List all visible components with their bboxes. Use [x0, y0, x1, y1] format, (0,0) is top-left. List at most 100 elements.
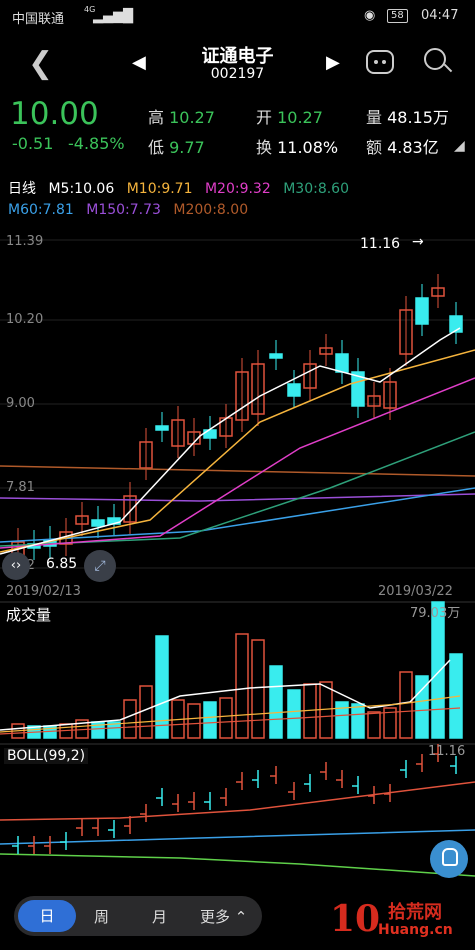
expand-icon[interactable]: ◢ — [454, 138, 465, 154]
boll-ohlc-mark — [270, 766, 277, 784]
kline-chart[interactable]: 11.39 10.20 9.00 7.81 6.62 11.16 → 6.85 … — [0, 226, 475, 599]
low-label: 低 — [148, 138, 165, 157]
y-label-3: 9.00 — [6, 396, 35, 411]
boll-mid-line — [0, 829, 475, 845]
boll-ohlc-mark — [124, 816, 131, 834]
boll-lower-line — [0, 853, 475, 877]
ma30-label: M30:8.60 — [283, 181, 349, 197]
ma-legend-row2: M60:7.81 M150:7.73 M200:8.00 — [8, 202, 248, 218]
start-date: 2019/02/13 — [6, 584, 81, 599]
boll-ohlc-mark — [140, 804, 147, 822]
boll-chart[interactable]: BOLL(99,2) 11.16 — [0, 742, 475, 882]
volume-bar — [123, 699, 137, 739]
ma60-label: M60:7.81 — [8, 202, 74, 218]
ma5-label: M5:10.06 — [48, 181, 115, 197]
volume-bar — [399, 671, 413, 739]
volume-max-label: 79.03万 — [410, 606, 461, 621]
nav-bar: ❮ ◀ 证通电子 002197 ▶ — [0, 34, 475, 94]
end-date: 2019/03/22 — [378, 584, 453, 599]
boll-ohlc-mark — [304, 774, 311, 792]
boll-ohlc-mark — [400, 760, 407, 778]
collapse-icon[interactable]: ‹› — [2, 552, 30, 580]
boll-ohlc-mark — [188, 792, 195, 810]
tab-day[interactable]: 日 — [18, 900, 76, 932]
volume-title: 成交量 — [6, 606, 52, 624]
y-label-2: 10.20 — [6, 312, 44, 327]
stock-code: 002197 — [210, 66, 265, 82]
turnover-value: 11.08% — [277, 138, 339, 157]
volume-bar — [431, 601, 445, 739]
period-label[interactable]: 日线 — [8, 181, 36, 197]
volume-bar — [251, 639, 265, 739]
volume-bar — [367, 711, 381, 739]
ma200-line — [0, 465, 475, 477]
volume-chart[interactable]: 成交量 79.03万 — [0, 600, 475, 740]
chevron-up-icon: ⌃ — [234, 908, 248, 926]
search-icon[interactable] — [424, 48, 446, 70]
clock: 04:47 — [421, 8, 459, 23]
volume-label: 量 — [366, 108, 383, 127]
watermark-url: Huang.cn — [378, 922, 453, 938]
candle-body — [415, 297, 429, 325]
boll-ohlc-mark — [60, 832, 67, 850]
watermark-text: 拾荒网 — [388, 902, 442, 923]
amount-value: 4.83亿 — [387, 138, 439, 157]
max-price-label: 11.16 — [360, 236, 401, 252]
min-price-label: 6.85 — [46, 556, 78, 572]
eye-icon: ◉ — [364, 8, 376, 23]
tab-month[interactable]: 月 — [152, 906, 167, 927]
battery-icon: 58 — [387, 9, 408, 23]
boll-ohlc-mark — [108, 820, 115, 838]
ma-legend-row1: 日线 M5:10.06 M10:9.71 M20:9.32 M30:8.60 — [8, 178, 349, 198]
next-stock-icon[interactable]: ▶ — [326, 52, 340, 73]
kline-svg — [0, 239, 475, 569]
boll-ohlc-mark — [220, 788, 227, 806]
y-label-4: 7.81 — [6, 480, 35, 495]
open-value: 10.27 — [277, 108, 323, 127]
period-switcher: 日 周 月 更多 ⌃ — [14, 896, 262, 936]
ma150-line — [0, 493, 475, 502]
candle-body — [203, 429, 217, 439]
robot-icon[interactable] — [366, 50, 394, 74]
low-value: 9.77 — [169, 138, 205, 157]
candle-body — [91, 519, 105, 527]
tab-more-label: 更多 — [200, 908, 231, 926]
volume-ma-line — [0, 659, 451, 731]
candle-body — [155, 425, 169, 431]
volume-bar — [235, 633, 249, 739]
turnover-label: 换 — [256, 138, 273, 157]
high-label: 高 — [148, 108, 165, 127]
volume-bar — [187, 703, 201, 739]
boll-ohlc-mark — [416, 754, 423, 772]
tab-more[interactable]: 更多 ⌃ — [200, 906, 247, 927]
turnover-item: 换 11.08% — [256, 134, 338, 158]
boll-ohlc-mark — [76, 818, 83, 836]
open-item: 开 10.27 — [256, 104, 323, 128]
boll-ohlc-mark — [352, 776, 359, 794]
boll-max-label: 11.16 — [428, 744, 466, 759]
watermark-logo: 10 拾荒网 Huang.cn — [330, 898, 470, 942]
boll-ohlc-mark — [92, 818, 99, 836]
status-bar: 中国联通 4G ▂▄▆█ ◉ 58 04:47 — [0, 0, 475, 34]
low-item: 低 9.77 — [148, 134, 205, 158]
candle-body — [269, 353, 283, 359]
stock-name: 证通电子 — [201, 46, 274, 67]
ma30-line — [0, 431, 475, 547]
boll-ohlc-mark — [320, 762, 327, 780]
candle-body — [335, 353, 349, 373]
volume-bar — [269, 665, 283, 739]
y-label-top: 11.39 — [6, 234, 44, 249]
max-arrow-icon: → — [412, 234, 424, 250]
open-label: 开 — [256, 108, 273, 127]
quote-panel: 10.00 -0.51 -4.85% 高 10.27 低 9.77 开 10.2… — [0, 96, 475, 164]
lightbulb-icon[interactable] — [430, 840, 468, 878]
tab-week[interactable]: 周 — [94, 906, 109, 927]
price-change-pct: -4.85% — [68, 134, 125, 153]
fullscreen-icon[interactable]: ⤢ — [84, 550, 116, 582]
volume-ma10-line — [0, 695, 461, 733]
ma150-label: M150:7.73 — [86, 202, 161, 218]
volume-bar — [287, 689, 301, 739]
watermark-num: 10 — [330, 898, 381, 940]
ma5-line — [0, 327, 461, 555]
ma10-label: M10:9.71 — [126, 181, 193, 197]
